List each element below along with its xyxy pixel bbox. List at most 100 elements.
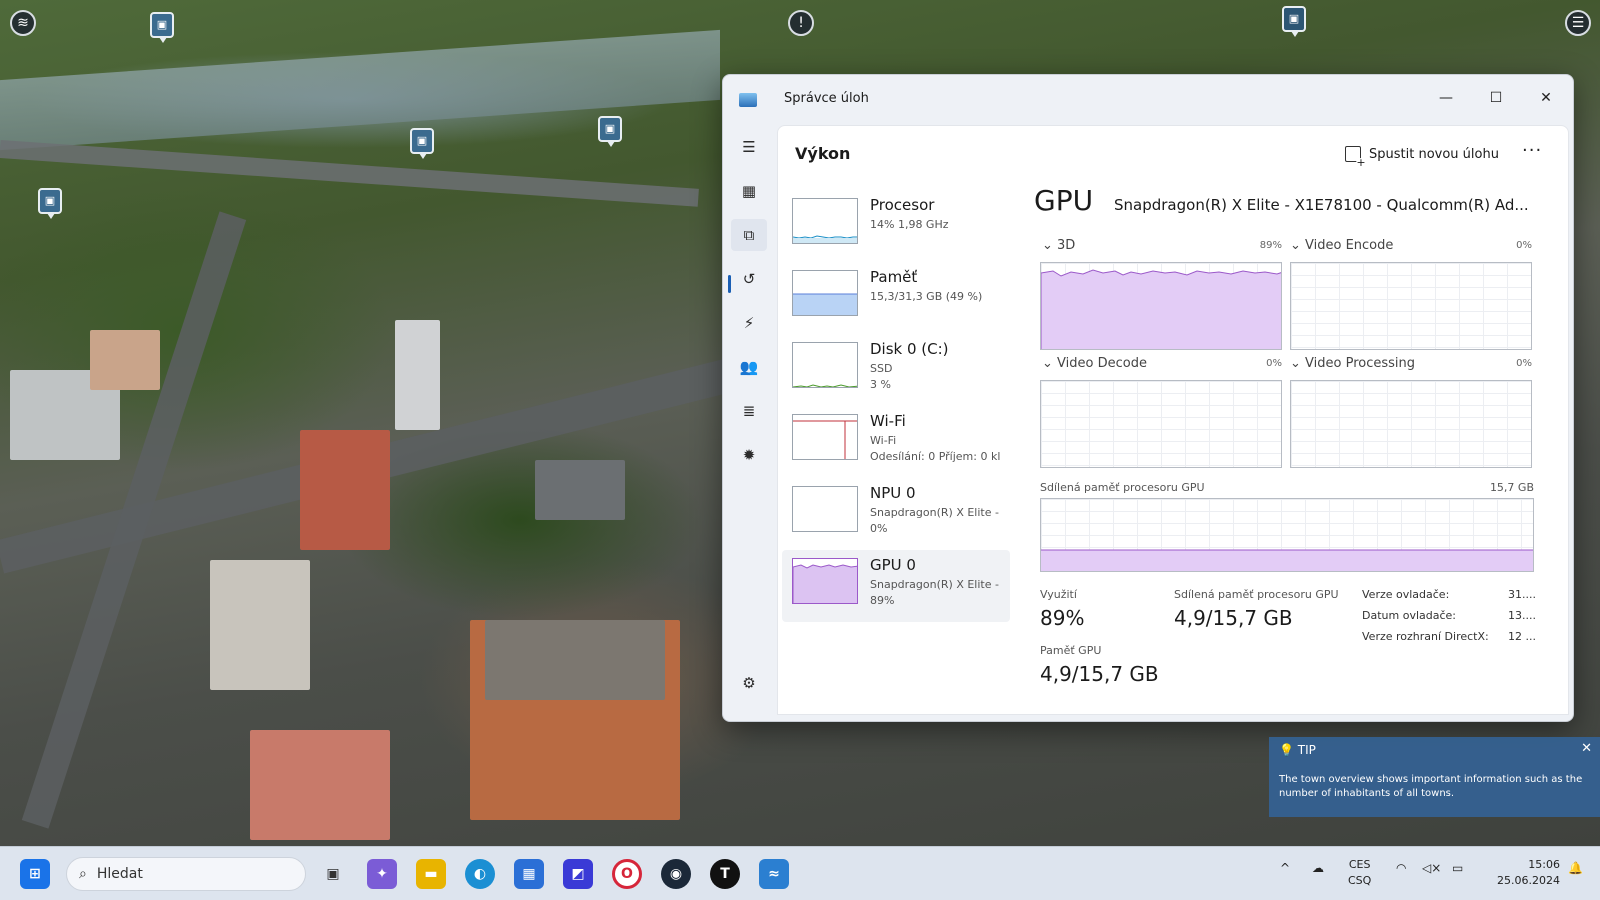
run-new-task-label: Spustit novou úlohu: [1369, 146, 1499, 162]
startup-icon[interactable]: ⚡: [731, 307, 767, 339]
bus-stop-marker[interactable]: ▣: [410, 128, 434, 159]
building: [90, 330, 160, 390]
main-menu-button[interactable]: ☰: [1565, 10, 1591, 36]
device-name: NPU 0: [870, 484, 916, 502]
app-icon[interactable]: ◩: [563, 859, 593, 889]
utilization-label: Využití: [1040, 588, 1077, 601]
performance-icon[interactable]: ⧉: [731, 219, 767, 251]
start-icon[interactable]: ⊞: [20, 859, 50, 889]
history-icon[interactable]: ↺: [731, 263, 767, 295]
engine-3d-pct: 89%: [1259, 240, 1282, 251]
close-button[interactable]: ✕: [1523, 83, 1569, 113]
taskbar: ⊞ ⌕ Hledat ▣ ✦ ▬ ◐ ▦ ◩ O ◉ T ≈ ^ ☁ CES C…: [0, 846, 1600, 900]
date: 25.06.2024: [1497, 874, 1560, 887]
depot-marker[interactable]: ▣: [1282, 6, 1306, 37]
tip-text: The town overview shows important inform…: [1279, 774, 1583, 799]
menu-icon[interactable]: ☰: [731, 131, 767, 163]
store-icon[interactable]: ▦: [514, 859, 544, 889]
building: [395, 320, 440, 430]
minimize-button[interactable]: —: [1423, 83, 1469, 113]
directx-version-value: 12 ...: [1508, 630, 1536, 643]
device-detail: 14% 1,98 GHz: [870, 218, 949, 231]
tip-close-button[interactable]: ✕: [1581, 741, 1592, 756]
gpu-memory-label: Paměť GPU: [1040, 644, 1102, 657]
device-item-cpu[interactable]: Procesor 14% 1,98 GHz: [782, 190, 1010, 262]
keyboard-layout: CSQ: [1348, 874, 1372, 887]
device-detail: Snapdragon(R) X Elite -: [870, 578, 999, 591]
building: [485, 620, 665, 700]
device-detail: SSD: [870, 362, 893, 375]
device-name: GPU 0: [870, 556, 916, 574]
language-indicator[interactable]: CES CSQ: [1348, 857, 1371, 889]
run-new-task-button[interactable]: Spustit novou úlohu: [1345, 142, 1499, 168]
driver-date-label: Datum ovladače:: [1362, 609, 1456, 622]
device-detail: Odesílání: 0 Příjem: 0 kl: [870, 450, 1001, 463]
copilot-icon[interactable]: ✦: [367, 859, 397, 889]
driver-date-value: 13....: [1508, 609, 1536, 622]
task-manager-window: Správce úloh — ☐ ✕ ☰ ▦ ⧉ ↺ ⚡ 👥 ≣ ✹ ⚙ Výk…: [722, 74, 1574, 722]
volume-muted-icon[interactable]: ◁×: [1422, 861, 1441, 875]
onedrive-icon[interactable]: ☁: [1312, 861, 1324, 875]
details-icon[interactable]: ≣: [731, 395, 767, 427]
more-options-button[interactable]: ···: [1522, 140, 1542, 161]
engine-decode-pct: 0%: [1266, 358, 1282, 369]
users-icon[interactable]: 👥: [731, 351, 767, 383]
gpu-heading: GPU: [1034, 184, 1094, 217]
gpu-mini-graph: [792, 558, 858, 604]
task-manager-icon[interactable]: ≈: [759, 859, 789, 889]
engine-encode-label[interactable]: ⌄ Video Encode: [1290, 238, 1393, 253]
wifi-icon[interactable]: ◠: [1396, 861, 1406, 875]
time: 15:06: [1528, 858, 1560, 871]
utilization-value: 89%: [1040, 606, 1085, 630]
processes-icon[interactable]: ▦: [731, 175, 767, 207]
device-detail: Snapdragon(R) X Elite -: [870, 506, 999, 519]
bus-stop-marker[interactable]: ▣: [150, 12, 174, 43]
engine-processing-label[interactable]: ⌄ Video Processing: [1290, 356, 1415, 371]
disk-mini-graph: [792, 342, 858, 388]
alert-button[interactable]: !: [788, 10, 814, 36]
engine-decode-label[interactable]: ⌄ Video Decode: [1042, 356, 1147, 371]
search-placeholder: Hledat: [96, 866, 143, 882]
services-icon[interactable]: ✹: [731, 439, 767, 471]
shared-memory-graph: [1040, 498, 1534, 572]
device-item-npu[interactable]: NPU 0 Snapdragon(R) X Elite - 0%: [782, 478, 1010, 550]
notification-bell-icon[interactable]: 🔔: [1568, 861, 1583, 875]
search-icon: ⌕: [79, 866, 87, 882]
steam-icon[interactable]: ◉: [661, 859, 691, 889]
settings-icon[interactable]: ⚙: [731, 667, 767, 699]
building: [300, 430, 390, 550]
clock[interactable]: 15:06 25.06.2024: [1480, 857, 1560, 889]
opera-icon[interactable]: O: [612, 859, 642, 889]
search-box[interactable]: ⌕ Hledat: [66, 857, 306, 891]
window-title: Správce úloh: [784, 91, 869, 106]
game-icon[interactable]: T: [710, 859, 740, 889]
driver-version-label: Verze ovladače:: [1362, 588, 1450, 601]
device-detail: 89%: [870, 594, 895, 607]
engine-decode-graph: [1040, 380, 1282, 468]
task-view-icon[interactable]: ▣: [318, 859, 348, 889]
bus-stop-marker[interactable]: ▣: [598, 116, 622, 147]
file-explorer-icon[interactable]: ▬: [416, 859, 446, 889]
edge-icon[interactable]: ◐: [465, 859, 495, 889]
chevron-up-icon[interactable]: ^: [1280, 861, 1290, 875]
battery-icon[interactable]: ▭: [1452, 861, 1463, 875]
device-item-disk[interactable]: Disk 0 (C:) SSD 3 %: [782, 334, 1010, 406]
device-item-gpu[interactable]: GPU 0 Snapdragon(R) X Elite - 89%: [782, 550, 1010, 622]
title-bar[interactable]: Správce úloh — ☐ ✕: [723, 75, 1573, 123]
layers-button[interactable]: ≋: [10, 10, 36, 36]
maximize-button[interactable]: ☐: [1473, 83, 1519, 113]
device-name: Paměť: [870, 268, 918, 286]
engine-encode-pct: 0%: [1516, 240, 1532, 251]
new-task-icon: [1345, 146, 1366, 168]
building: [535, 460, 625, 520]
bus-stop-marker[interactable]: ▣: [38, 188, 62, 219]
device-item-memory[interactable]: Paměť 15,3/31,3 GB (49 %): [782, 262, 1010, 334]
engine-3d-label[interactable]: ⌄ 3D: [1042, 238, 1075, 253]
device-item-wifi[interactable]: Wi-Fi Wi-Fi Odesílání: 0 Příjem: 0 kl: [782, 406, 1010, 478]
railway-bridge: [0, 140, 699, 207]
page-title: Výkon: [795, 144, 851, 163]
engine-encode-graph: [1290, 262, 1532, 350]
device-detail: 0%: [870, 522, 888, 535]
language-code: CES: [1348, 858, 1371, 871]
engine-processing-graph: [1290, 380, 1532, 468]
